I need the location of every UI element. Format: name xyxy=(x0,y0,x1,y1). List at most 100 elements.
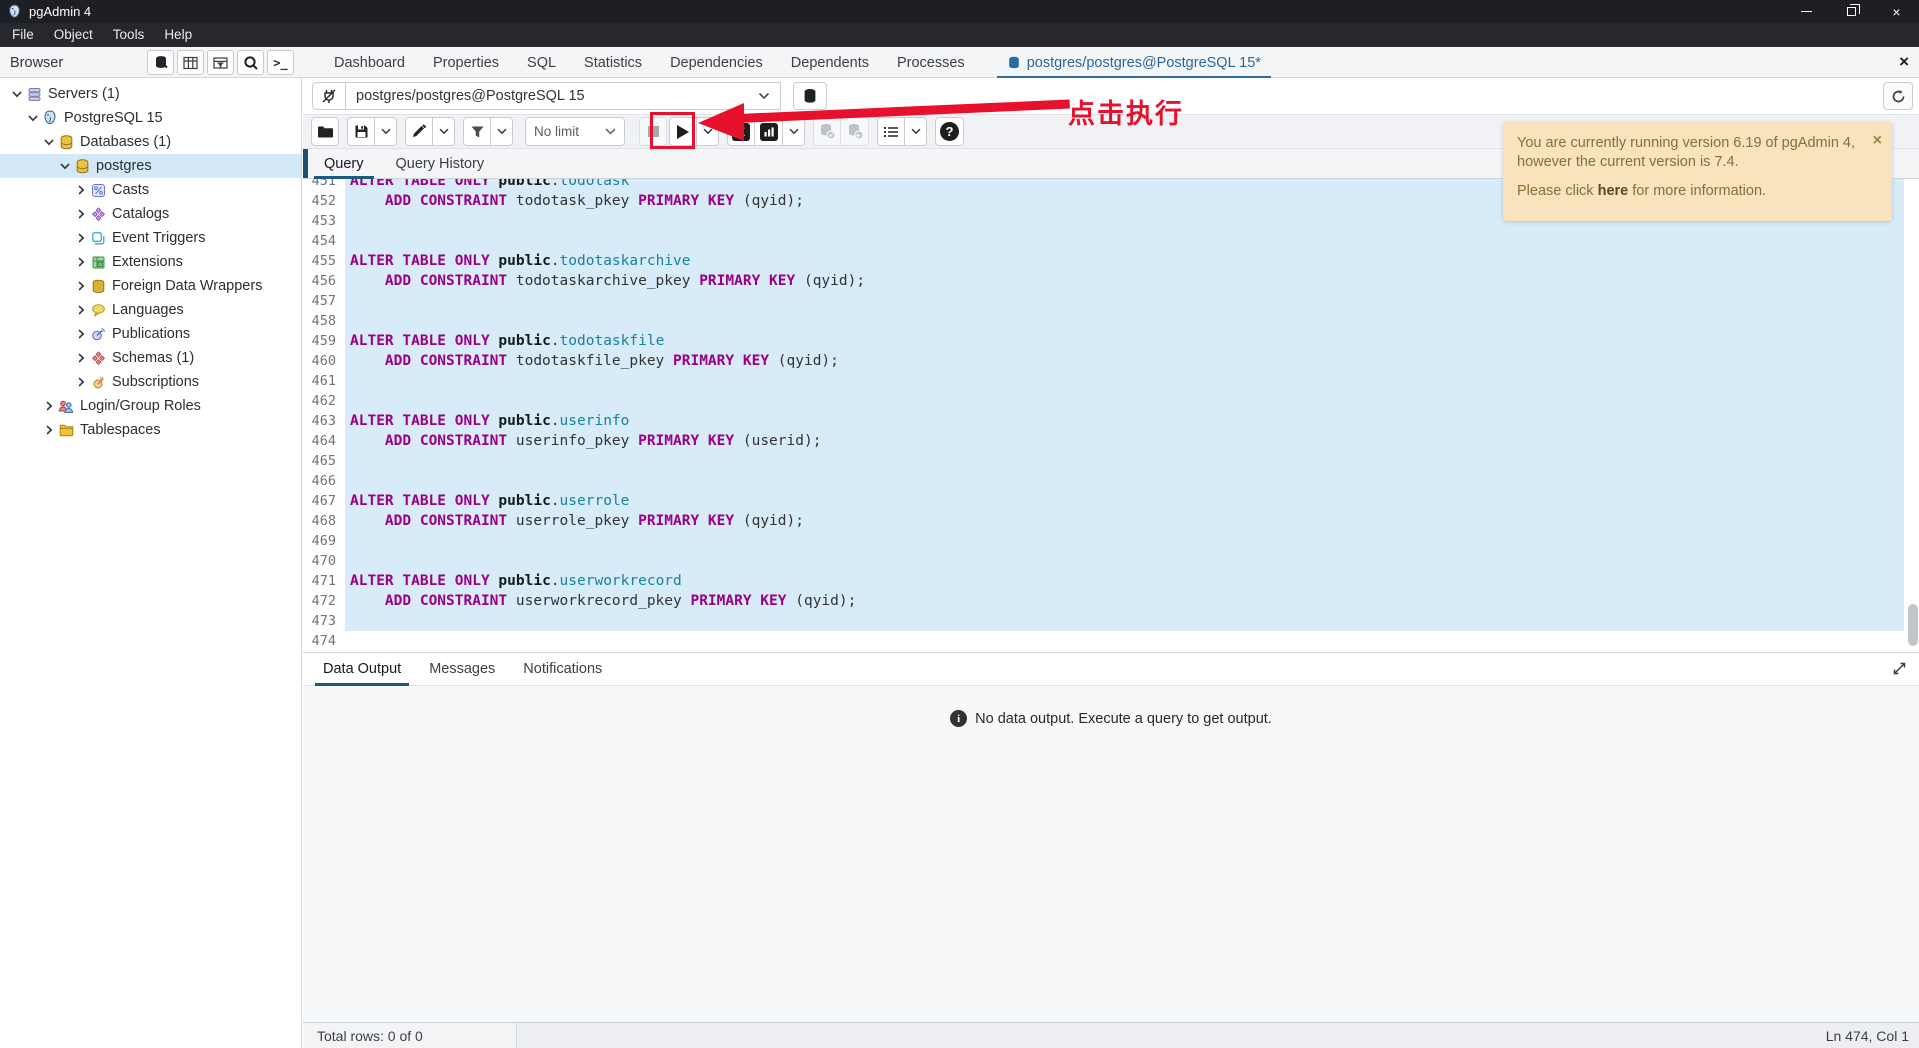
output-tab-notifications[interactable]: Notifications xyxy=(509,653,616,685)
open-file-icon[interactable] xyxy=(311,117,339,146)
tree-item-schemas-1[interactable]: Schemas (1) xyxy=(0,346,301,370)
editor-line[interactable]: 468 ADD CONSTRAINT userrole_pkey PRIMARY… xyxy=(303,511,1904,531)
connection-select[interactable]: postgres/postgres@PostgreSQL 15 xyxy=(346,82,781,110)
filtered-rows-icon[interactable] xyxy=(207,50,234,75)
tree-item-tablespaces[interactable]: Tablespaces xyxy=(0,418,301,442)
editor-line[interactable]: 465 xyxy=(303,451,1904,471)
menu-tools[interactable]: Tools xyxy=(103,23,155,47)
tree-item-login-group-roles[interactable]: Login/Group Roles xyxy=(0,394,301,418)
filter-icon[interactable] xyxy=(463,117,491,146)
chevron-down-icon[interactable] xyxy=(25,110,41,126)
search-objects-icon[interactable] xyxy=(237,50,264,75)
editor-line[interactable]: 469 xyxy=(303,531,1904,551)
explain-options-chevron-icon[interactable] xyxy=(783,117,805,146)
edit-options-chevron-icon[interactable] xyxy=(433,117,455,146)
connection-status-icon[interactable] xyxy=(312,82,346,110)
new-connection-icon[interactable] xyxy=(793,82,827,110)
tab-postgres-postgres-postgresql-15[interactable]: postgres/postgres@PostgreSQL 15* xyxy=(993,47,1275,78)
output-tab-messages[interactable]: Messages xyxy=(415,653,509,685)
query-tab-query[interactable]: Query xyxy=(308,149,380,178)
chevron-right-icon[interactable] xyxy=(73,182,89,198)
tree-item-event-triggers[interactable]: Event Triggers xyxy=(0,226,301,250)
editor-line[interactable]: 472 ADD CONSTRAINT userworkrecord_pkey P… xyxy=(303,591,1904,611)
editor-line[interactable]: 464 ADD CONSTRAINT userinfo_pkey PRIMARY… xyxy=(303,431,1904,451)
chevron-down-icon[interactable] xyxy=(41,134,57,150)
editor-line[interactable]: 466 xyxy=(303,471,1904,491)
tree-item-catalogs[interactable]: Catalogs xyxy=(0,202,301,226)
editor-line[interactable]: 455ALTER TABLE ONLY public.todotaskarchi… xyxy=(303,251,1904,271)
editor-line[interactable]: 470 xyxy=(303,551,1904,571)
expand-panel-icon[interactable] xyxy=(1892,661,1907,681)
macros-chevron-icon[interactable] xyxy=(905,117,927,146)
editor-line[interactable]: 461 xyxy=(303,371,1904,391)
editor-line[interactable]: 459ALTER TABLE ONLY public.todotaskfile xyxy=(303,331,1904,351)
psql-tool-icon[interactable]: >_ xyxy=(267,50,294,75)
editor-line[interactable]: 456 ADD CONSTRAINT todotaskarchive_pkey … xyxy=(303,271,1904,291)
explain-icon[interactable]: E xyxy=(727,117,755,146)
tree-item-postgres[interactable]: postgres xyxy=(0,154,301,178)
tree-item-postgresql-15[interactable]: PostgreSQL 15 xyxy=(0,106,301,130)
chevron-right-icon[interactable] xyxy=(41,398,57,414)
tab-sql[interactable]: SQL xyxy=(513,47,570,78)
chevron-down-icon[interactable] xyxy=(9,86,25,102)
chevron-right-icon[interactable] xyxy=(73,206,89,222)
chevron-right-icon[interactable] xyxy=(73,230,89,246)
editor-line[interactable]: 467ALTER TABLE ONLY public.userrole xyxy=(303,491,1904,511)
chevron-right-icon[interactable] xyxy=(73,374,89,390)
tree-item-servers-1[interactable]: Servers (1) xyxy=(0,82,301,106)
editor-line[interactable]: 462 xyxy=(303,391,1904,411)
editor-line[interactable]: 471ALTER TABLE ONLY public.userworkrecor… xyxy=(303,571,1904,591)
save-file-icon[interactable] xyxy=(347,117,375,146)
tab-processes[interactable]: Processes xyxy=(883,47,979,78)
menu-file[interactable]: File xyxy=(2,23,44,47)
chevron-right-icon[interactable] xyxy=(41,422,57,438)
editor-scrollbar-thumb[interactable] xyxy=(1908,604,1918,646)
output-tab-data-output[interactable]: Data Output xyxy=(309,653,415,685)
editor-line[interactable]: 474 xyxy=(303,631,1904,651)
help-icon[interactable]: ? xyxy=(935,117,964,146)
chevron-right-icon[interactable] xyxy=(73,254,89,270)
tree-item-casts[interactable]: Casts xyxy=(0,178,301,202)
restore-button[interactable] xyxy=(1829,0,1874,23)
editor-line[interactable]: 473 xyxy=(303,611,1904,631)
chevron-right-icon[interactable] xyxy=(73,326,89,342)
chevron-down-icon[interactable] xyxy=(57,158,73,174)
tab-dashboard[interactable]: Dashboard xyxy=(320,47,419,78)
menu-help[interactable]: Help xyxy=(154,23,202,47)
editor-line[interactable]: 460 ADD CONSTRAINT todotaskfile_pkey PRI… xyxy=(303,351,1904,371)
panel-close-icon[interactable]: × xyxy=(1899,52,1909,72)
macros-icon[interactable] xyxy=(877,117,905,146)
toast-close-icon[interactable]: × xyxy=(1873,131,1882,150)
close-button[interactable]: × xyxy=(1874,0,1919,23)
filter-options-chevron-icon[interactable] xyxy=(491,117,513,146)
here-link[interactable]: here xyxy=(1598,183,1629,199)
tree-item-subscriptions[interactable]: Subscriptions xyxy=(0,370,301,394)
editor-line[interactable]: 463ALTER TABLE ONLY public.userinfo xyxy=(303,411,1904,431)
chevron-right-icon[interactable] xyxy=(73,278,89,294)
tree-item-languages[interactable]: Languages xyxy=(0,298,301,322)
dashboard-grid-icon[interactable] xyxy=(177,50,204,75)
editor-line[interactable]: 457 xyxy=(303,291,1904,311)
tab-properties[interactable]: Properties xyxy=(419,47,513,78)
tree-item-databases-1[interactable]: Databases (1) xyxy=(0,130,301,154)
menu-object[interactable]: Object xyxy=(44,23,103,47)
chevron-right-icon[interactable] xyxy=(73,302,89,318)
explain-analyze-icon[interactable] xyxy=(755,117,783,146)
edit-icon[interactable] xyxy=(405,117,433,146)
tree-item-extensions[interactable]: Extensions xyxy=(0,250,301,274)
execute-options-chevron-icon[interactable] xyxy=(697,117,719,146)
sql-editor[interactable]: 451ALTER TABLE ONLY public.todotask452 A… xyxy=(303,179,1919,652)
save-options-chevron-icon[interactable] xyxy=(375,117,397,146)
minimize-button[interactable] xyxy=(1784,0,1829,23)
tab-dependents[interactable]: Dependents xyxy=(777,47,883,78)
row-limit-select[interactable]: No limit xyxy=(525,117,625,146)
query-tab-query-history[interactable]: Query History xyxy=(380,149,501,178)
tree-item-publications[interactable]: Publications xyxy=(0,322,301,346)
object-explorer-icon[interactable] xyxy=(147,50,174,75)
editor-line[interactable]: 454 xyxy=(303,231,1904,251)
refresh-layout-icon[interactable] xyxy=(1883,82,1913,110)
chevron-right-icon[interactable] xyxy=(73,350,89,366)
tab-dependencies[interactable]: Dependencies xyxy=(656,47,777,78)
tree-item-foreign-data-wrappers[interactable]: Foreign Data Wrappers xyxy=(0,274,301,298)
tab-statistics[interactable]: Statistics xyxy=(570,47,656,78)
